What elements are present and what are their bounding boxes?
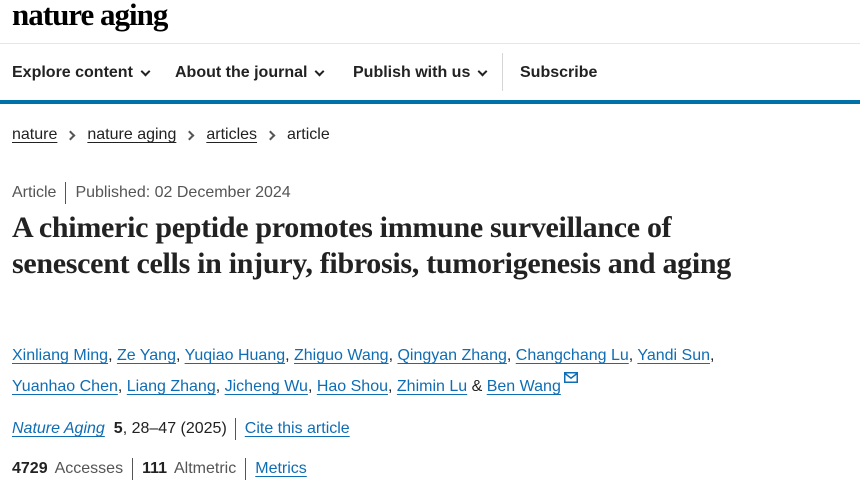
nav-about-journal[interactable]: About the journal (175, 64, 325, 82)
author-link[interactable]: Jicheng Wu (225, 378, 308, 395)
pages-year: , 28–47 (2025) (122, 420, 227, 437)
author-link[interactable]: Changchang Lu (516, 347, 629, 364)
author-link[interactable]: Hao Shou (317, 378, 388, 395)
chevron-right-icon (184, 130, 195, 140)
metrics-bar: 4729 Accesses 111 Altmetric Metrics (12, 458, 307, 480)
author-link[interactable]: Liang Zhang (127, 378, 216, 395)
author-list: Xinliang Ming, Ze Yang, Yuqiao Huang, Zh… (12, 347, 715, 395)
chevron-down-icon (140, 66, 151, 76)
author-link[interactable]: Yuanhao Chen (12, 378, 118, 395)
nav-divider (502, 53, 503, 91)
article-meta: Article Published: 02 December 2024 (12, 182, 291, 204)
journal-link[interactable]: Nature Aging (12, 420, 105, 438)
author-link-corresponding[interactable]: Ben Wang (487, 378, 561, 395)
citation-line: Nature Aging 5 , 28–47 (2025) Cite this … (12, 418, 350, 440)
article-title: A chimeric peptide promotes immune surve… (12, 211, 731, 280)
author-link[interactable]: Yuqiao Huang (185, 347, 286, 364)
nav-explore-content[interactable]: Explore content (12, 64, 151, 82)
article-type: Article (12, 184, 57, 201)
divider (234, 418, 236, 440)
nav-publish-with-us[interactable]: Publish with us (353, 64, 488, 82)
altmetric-score: 111 (142, 460, 167, 477)
nav-label: Explore content (12, 64, 133, 81)
site-header: nature aging (0, 0, 860, 44)
divider (132, 458, 134, 480)
metrics-link[interactable]: Metrics (255, 460, 307, 478)
published-date: Published: 02 December 2024 (75, 184, 291, 201)
volume-number: 5 (113, 420, 123, 437)
altmetric-label: Altmetric (174, 460, 237, 477)
author-link[interactable]: Qingyan Zhang (397, 347, 506, 364)
accesses-label: Accesses (54, 460, 124, 477)
breadcrumb-current: article (287, 126, 330, 143)
breadcrumb: nature nature aging articles article (12, 126, 330, 144)
breadcrumb-articles[interactable]: articles (206, 126, 257, 144)
author-link[interactable]: Zhimin Lu (397, 378, 467, 395)
breadcrumb-nature[interactable]: nature (12, 126, 57, 144)
accent-bar (0, 100, 860, 104)
author-link[interactable]: Ze Yang (117, 347, 176, 364)
breadcrumb-nature-aging[interactable]: nature aging (87, 126, 176, 144)
mail-icon[interactable] (563, 372, 578, 383)
divider (245, 458, 247, 480)
main-nav: Explore content About the journal Publis… (0, 45, 860, 100)
chevron-right-icon (65, 130, 76, 140)
nav-label: About the journal (175, 64, 308, 81)
author-ampersand: & (471, 378, 483, 395)
accesses-count: 4729 (12, 460, 48, 477)
chevron-down-icon (314, 66, 325, 76)
nav-label: Publish with us (353, 64, 471, 81)
chevron-down-icon (477, 66, 488, 76)
cite-this-article-link[interactable]: Cite this article (245, 420, 350, 438)
divider (65, 182, 67, 204)
chevron-right-icon (265, 130, 276, 140)
author-link[interactable]: Yandi Sun (637, 347, 710, 364)
journal-logo[interactable]: nature aging (12, 0, 168, 33)
subscribe-link[interactable]: Subscribe (520, 64, 597, 82)
author-link[interactable]: Zhiguo Wang (294, 347, 389, 364)
author-link[interactable]: Xinliang Ming (12, 347, 108, 364)
